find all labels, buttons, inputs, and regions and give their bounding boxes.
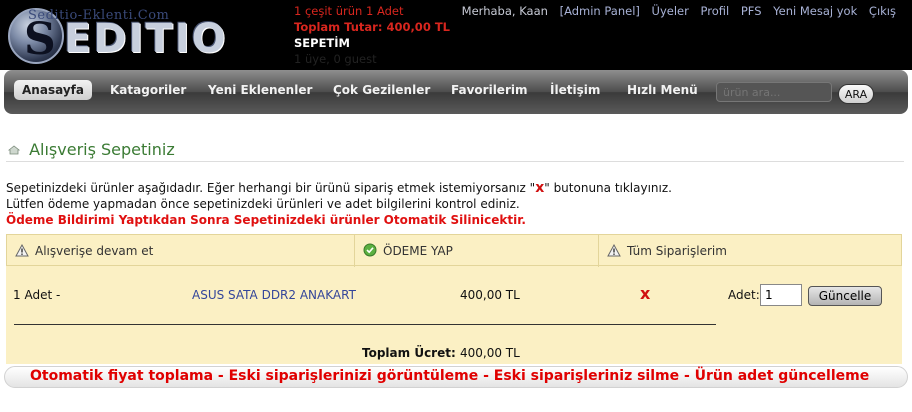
remove-hint-icon: x: [535, 180, 545, 196]
nav-home-button[interactable]: Anasayfa: [14, 80, 92, 100]
cart-items-count: 1 çeşit ürün 1 Adet: [294, 4, 404, 18]
page-title-text: Alışveriş Sepetiniz: [29, 140, 175, 159]
row-divider: [14, 324, 716, 325]
quantity-label: Adet:: [728, 288, 760, 302]
all-orders-tab[interactable]: Tüm Siparişlerim: [599, 235, 901, 267]
home-icon: [8, 145, 20, 155]
admin-panel-link[interactable]: [Admin Panel]: [560, 4, 640, 18]
main-nav: Anasayfa Katagoriler Yeni Eklenenler Çok…: [4, 70, 908, 114]
search-button[interactable]: ARA: [838, 84, 874, 104]
item-quantity-text: 1 Adet -: [13, 288, 61, 302]
cart-panel: Alışverişe devam et ÖDEME YAP Tüm Sipari…: [6, 234, 902, 364]
remove-item-icon[interactable]: x: [640, 284, 650, 303]
continue-shopping-tab[interactable]: Alışverişe devam et: [7, 235, 355, 267]
intro-text: Sepetinizdeki ürünler aşağıdadır. Eğer h…: [6, 180, 672, 228]
nav-most-viewed[interactable]: Çok Gezilenler: [333, 83, 430, 97]
cart-summary: 1 çeşit ürün 1 Adet Toplam Tutar: 400,00…: [294, 3, 450, 67]
feature-caption: Otomatik fiyat toplama - Eski siparişler…: [30, 368, 870, 384]
pfs-link[interactable]: PFS: [741, 4, 762, 18]
intro-line-2: Lütfen ödeme yapmadan önce sepetinizdeki…: [6, 197, 520, 211]
cart-total: Toplam Tutar: 400,00 TL: [294, 20, 450, 34]
nav-new-items[interactable]: Yeni Eklenenler: [208, 83, 312, 97]
site-header: S Seditio-Eklenti.Com EDITIO 1 çeşit ürü…: [0, 0, 912, 70]
user-links: Merhaba, Kaan [Admin Panel] Üyeler Profi…: [454, 4, 896, 18]
warning-icon: [607, 244, 621, 257]
search-input[interactable]: [716, 82, 832, 102]
product-link[interactable]: ASUS SATA DDR2 ANAKART: [192, 288, 356, 302]
nav-quick-menu[interactable]: Hızlı Menü: [627, 83, 698, 97]
nav-categories[interactable]: Katagoriler: [110, 83, 186, 97]
nav-favorites[interactable]: Favorilerim: [451, 83, 527, 97]
site-logo[interactable]: S Seditio-Eklenti.Com EDITIO: [6, 2, 266, 66]
online-users: 1 üye, 0 guest: [294, 52, 377, 66]
nav-contact[interactable]: İletişim: [550, 83, 600, 97]
total-label: Toplam Ücret:: [362, 346, 456, 360]
cart-actions-bar: Alışverişe devam et ÖDEME YAP Tüm Sipari…: [6, 234, 902, 267]
intro-warning: Ödeme Bildirimi Yaptıkdan Sonra Sepetini…: [6, 213, 526, 227]
profile-link[interactable]: Profil: [701, 4, 730, 18]
total-value: 400,00 TL: [460, 346, 520, 360]
logo-wordmark: EDITIO: [64, 16, 228, 62]
checkmark-icon: [363, 243, 377, 257]
quantity-input[interactable]: [760, 284, 802, 306]
logout-link[interactable]: Çıkış: [869, 4, 896, 18]
update-button[interactable]: Güncelle: [808, 286, 882, 306]
messages-link[interactable]: Yeni Mesaj yok: [773, 4, 857, 18]
title-divider: [6, 161, 904, 162]
pay-tab[interactable]: ÖDEME YAP: [355, 235, 599, 267]
greeting-text: Merhaba, Kaan: [461, 4, 548, 18]
my-cart-link[interactable]: SEPETİM: [294, 35, 450, 51]
page-title: Alışveriş Sepetiniz: [8, 140, 175, 159]
item-price: 400,00 TL: [460, 288, 520, 302]
intro-line-1: Sepetinizdeki ürünler aşağıdadır. Eğer h…: [6, 180, 672, 196]
members-link[interactable]: Üyeler: [652, 4, 689, 18]
warning-icon: [15, 244, 29, 257]
